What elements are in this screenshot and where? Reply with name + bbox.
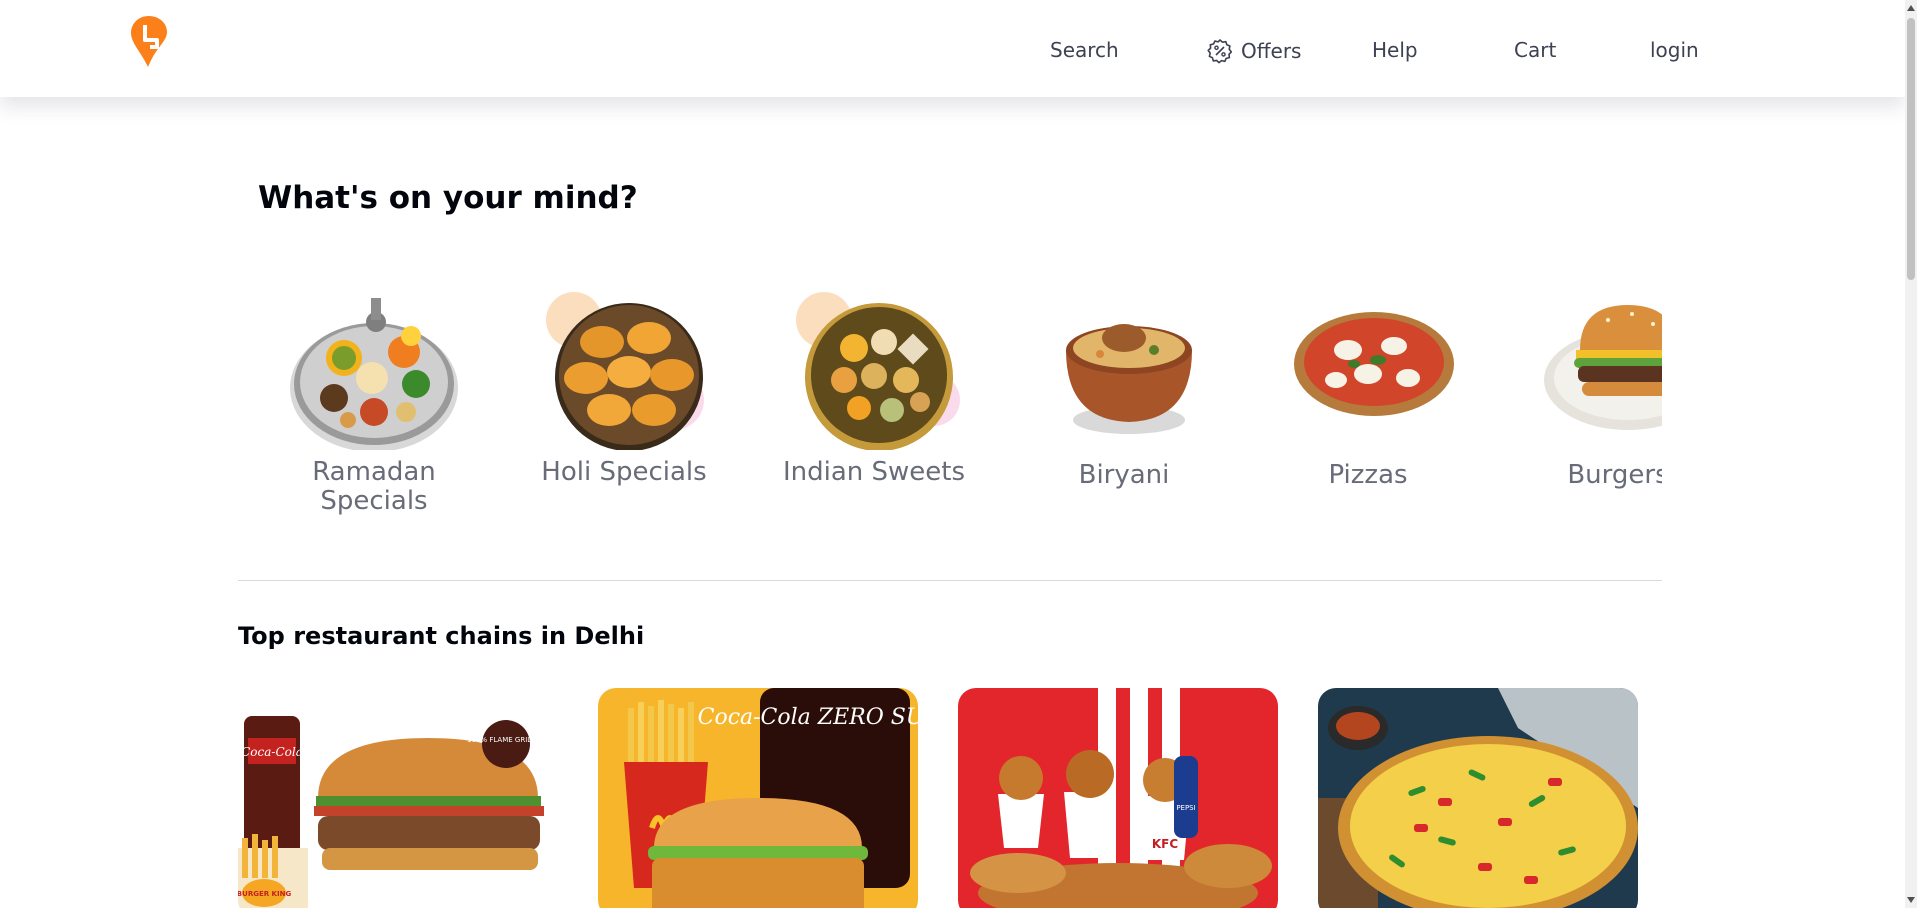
restaurant-card-pizza[interactable] — [1318, 688, 1638, 908]
flame-grilled-badge: 100% FLAME GRILLED — [467, 736, 545, 744]
kfc-bucket-image: KFC PEPSI — [958, 688, 1278, 908]
mind-item-label: Burgers — [1567, 460, 1662, 490]
mind-item-label: Pizzas — [1328, 460, 1408, 490]
page: Search Offers Help Cart login What's on … — [0, 0, 1917, 908]
burger-image — [1544, 305, 1662, 430]
mind-item-label: Specials — [320, 486, 428, 516]
mcdonalds-meal-image: Coca-Cola ZERO SUGAR — [598, 688, 918, 908]
restaurant-card-mcdonalds[interactable]: Coca-Cola ZERO SUGAR — [598, 688, 918, 908]
section-divider — [238, 580, 1662, 581]
mind-item-biryani[interactable]: Biryani — [1014, 280, 1234, 540]
mind-section-title: What's on your mind? — [258, 180, 638, 216]
swiggy-logo-icon[interactable] — [131, 16, 167, 68]
pizza-image — [1294, 312, 1454, 416]
nav-offers[interactable]: Offers — [1207, 38, 1301, 64]
nav-login[interactable]: login — [1650, 38, 1699, 62]
nav-search[interactable]: Search — [1050, 38, 1119, 62]
nav-search-label: Search — [1050, 38, 1119, 62]
coca-cola-zero-text: Coca-Cola ZERO SUGAR — [698, 705, 918, 730]
coca-cola-can-text: Coca-Cola — [241, 745, 303, 759]
indian-sweets-image — [796, 292, 960, 450]
nav-help-label: Help — [1372, 38, 1418, 62]
page-scrollbar[interactable] — [1905, 0, 1917, 908]
burger-king-meal-image: Coca-Cola 100% FLAME GRILLED BURGER KING — [238, 688, 558, 908]
mind-item-label: Indian Sweets — [782, 457, 966, 487]
discount-badge-icon — [1207, 38, 1233, 64]
mind-item-label: Holi Specials — [541, 457, 707, 487]
pizza-image — [1318, 688, 1638, 908]
scroll-down-arrow-icon[interactable] — [1907, 897, 1915, 903]
scrollbar-thumb[interactable] — [1907, 18, 1915, 280]
top-header: Search Offers Help Cart login — [0, 0, 1905, 97]
mind-item-burgers[interactable]: Burgers — [1508, 280, 1662, 540]
mind-carousel: Ramadan Specials Holi Specials Indian Sw… — [258, 280, 1662, 540]
nav-login-label: login — [1650, 38, 1699, 62]
mind-item-indian-sweets[interactable]: Indian Sweets — [764, 280, 984, 540]
mind-item-label: Biryani — [1078, 460, 1170, 490]
nav-cart-label: Cart — [1514, 38, 1557, 62]
kfc-logo-text: KFC — [1152, 837, 1178, 851]
nav-cart[interactable]: Cart — [1514, 38, 1556, 62]
burger-king-logo: BURGER KING — [238, 890, 291, 898]
nav-help[interactable]: Help — [1372, 38, 1418, 62]
restaurant-card-kfc[interactable]: KFC PEPSI — [958, 688, 1278, 908]
pepsi-bottle-text: PEPSI — [1176, 804, 1195, 812]
restaurant-card-burger-king[interactable]: Coca-Cola 100% FLAME GRILLED BURGER KING — [238, 688, 558, 908]
nav-offers-label: Offers — [1241, 39, 1302, 63]
chains-section-title: Top restaurant chains in Delhi — [238, 622, 645, 650]
biryani-bowl-image — [1066, 324, 1192, 434]
mind-item-label: Ramadan — [312, 457, 436, 487]
mind-item-pizzas[interactable]: Pizzas — [1258, 280, 1478, 540]
mind-item-holi-specials[interactable]: Holi Specials — [514, 280, 734, 540]
scroll-up-arrow-icon[interactable] — [1907, 5, 1915, 11]
holi-gujiya-image — [546, 292, 704, 450]
mind-item-ramadan-specials[interactable]: Ramadan Specials — [264, 280, 484, 540]
ramadan-thali-image — [290, 298, 458, 450]
